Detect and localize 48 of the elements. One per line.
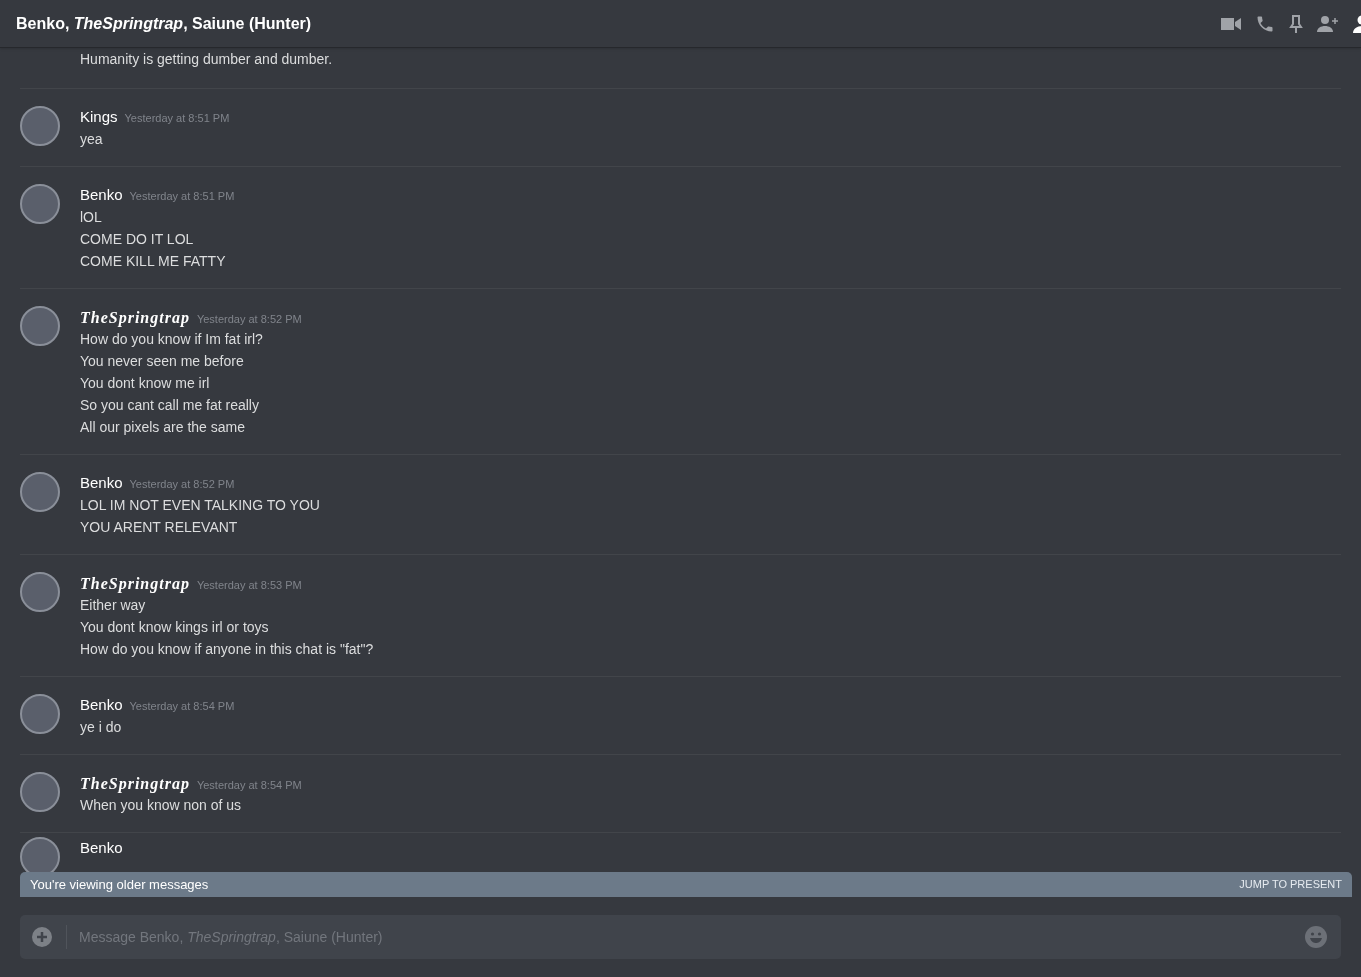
message-text: You dont know kings irl or toys (80, 618, 270, 637)
avatar[interactable] (20, 472, 60, 512)
jump-to-present-button[interactable]: JUMP TO PRESENT (1239, 876, 1342, 893)
avatar[interactable] (20, 694, 60, 734)
avatar[interactable] (20, 837, 60, 872)
pin-icon[interactable] (1289, 14, 1303, 33)
emoji-icon[interactable] (1305, 926, 1327, 948)
username[interactable]: Benko (80, 837, 123, 860)
message-text: Humanity is getting dumber and dumber. (80, 50, 334, 69)
message-text: All our pixels are the same (80, 418, 246, 437)
username[interactable]: TheSpringtrap (80, 572, 190, 596)
banner-text: You're viewing older messages (30, 875, 209, 894)
add-user-icon[interactable] (1317, 14, 1339, 33)
message-text: YOU ARENT RELEVANT (80, 518, 239, 537)
avatar[interactable] (20, 184, 60, 224)
message-text: LOL IM NOT EVEN TALKING TO YOU (80, 496, 320, 515)
username[interactable]: Kings (80, 106, 118, 129)
avatar[interactable] (20, 106, 60, 146)
plus-icon[interactable] (32, 927, 52, 947)
video-call-icon[interactable] (1221, 16, 1241, 31)
message-text: So you cant call me fat really (80, 396, 260, 415)
timestamp: Yesterday at 8:51 PM (129, 189, 235, 204)
username[interactable]: TheSpringtrap (80, 306, 190, 330)
timestamp: Yesterday at 8:51 PM (124, 111, 230, 126)
timestamp: Yesterday at 8:54 PM (196, 778, 302, 793)
timestamp: Yesterday at 8:52 PM (196, 312, 302, 327)
message-text: You dont know me irl (80, 374, 211, 393)
message-text: How do you know if anyone in this chat is "fat"? (80, 640, 374, 659)
message-text: yea (80, 130, 104, 149)
avatar[interactable] (20, 306, 60, 346)
username[interactable]: Benko (80, 184, 123, 207)
timestamp: Yesterday at 8:54 PM (129, 699, 235, 714)
message-text: When you know non of us (80, 796, 243, 815)
username[interactable]: Benko (80, 472, 123, 495)
timestamp: Yesterday at 8:52 PM (129, 477, 235, 492)
username[interactable]: Benko (80, 694, 123, 717)
message-text: How do you know if Im fat irl? (80, 330, 264, 349)
message-text: Either way (80, 596, 147, 615)
timestamp: Yesterday at 8:53 PM (196, 578, 302, 593)
username[interactable]: TheSpringtrap (80, 772, 190, 796)
message-text: COME DO IT LOL (80, 230, 195, 249)
message-text: You never seen me before (80, 352, 245, 371)
message-text: ye i do (80, 718, 123, 737)
channel-title: Benko, TheSpringtrap, Saiune (Hunter) (16, 13, 312, 34)
avatar[interactable] (20, 772, 60, 812)
avatar[interactable] (20, 572, 60, 612)
message-text: lOL (80, 208, 103, 227)
message-text: COME KILL ME FATTY (80, 252, 227, 271)
